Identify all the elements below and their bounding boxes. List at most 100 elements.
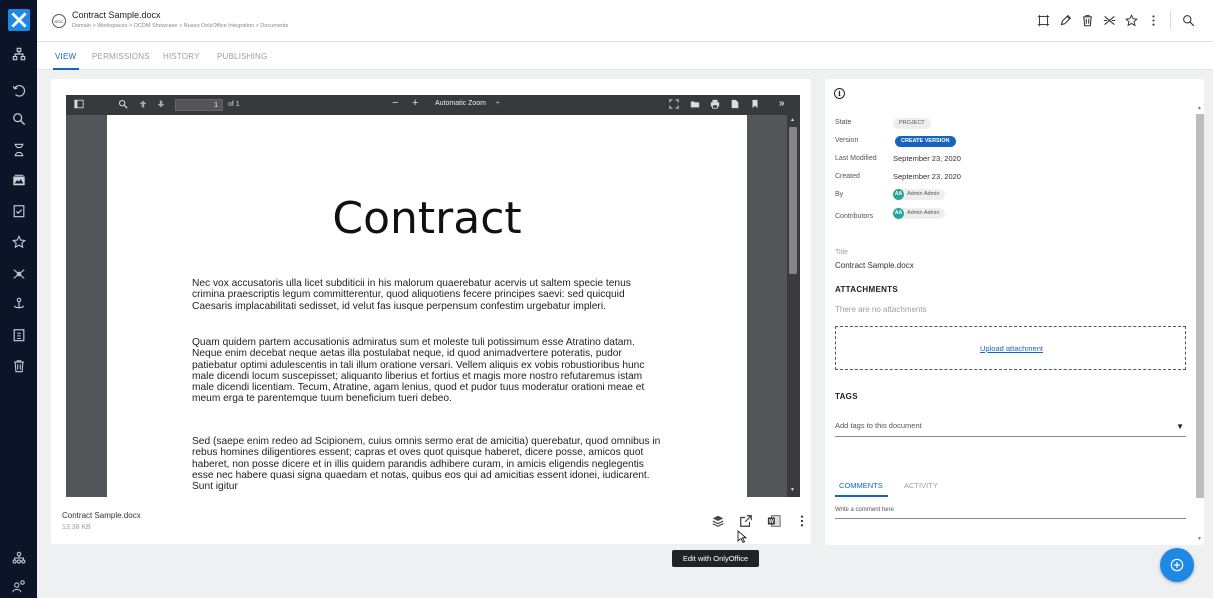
tab-publishing[interactable]: PUBLISHING	[217, 52, 267, 61]
document-tabs: VIEW PERMISSIONS HISTORY PUBLISHING	[37, 42, 1213, 70]
more-icon[interactable]	[1142, 11, 1164, 29]
zoom-select-value: Automatic Zoom	[435, 100, 486, 107]
word-online-icon[interactable]: W	[760, 513, 788, 529]
open-file-icon[interactable]	[690, 99, 700, 111]
search-icon[interactable]	[0, 109, 37, 129]
select-icon[interactable]	[1032, 11, 1054, 29]
tags-heading: TAGS	[835, 392, 858, 401]
create-document-button[interactable]	[1160, 548, 1194, 582]
avatar: AA	[893, 189, 904, 200]
tab-permissions[interactable]: PERMISSIONS	[92, 52, 150, 61]
bookmark-icon[interactable]	[750, 99, 760, 111]
mouse-cursor-icon	[737, 530, 748, 549]
favorites-icon[interactable]	[0, 232, 37, 252]
author-chip[interactable]: AA Admin Admin	[893, 189, 946, 200]
dropdown-arrow-icon[interactable]: ▼	[1176, 422, 1184, 431]
comment-input[interactable]: Write a comment here	[835, 507, 1186, 519]
tags-placeholder: Add tags to this document	[835, 421, 922, 430]
title-label: Title	[835, 249, 848, 256]
pdf-scrollbar-thumb[interactable]	[789, 127, 797, 274]
open-external-icon[interactable]	[732, 513, 760, 529]
more-icon[interactable]	[788, 513, 816, 529]
compare-icon[interactable]	[1098, 11, 1120, 29]
create-version-button[interactable]: CREATE VERSION	[895, 136, 956, 147]
document-title: Contract Sample.docx	[72, 10, 161, 20]
pdf-heading: Contract	[332, 193, 522, 244]
tasks-icon[interactable]	[0, 140, 37, 160]
pdf-page: Contract Nec vox accusatoris ulla licet …	[107, 115, 747, 497]
print-icon[interactable]	[710, 99, 720, 111]
info-panel-scrollbar-thumb[interactable]	[1196, 114, 1204, 498]
page-number-input[interactable]: 1	[175, 99, 223, 111]
browse-icon[interactable]	[0, 44, 37, 64]
sidebar-toggle-icon[interactable]	[74, 99, 84, 111]
tags-input[interactable]: Add tags to this document ▼	[835, 421, 1186, 437]
tab-view[interactable]: VIEW	[55, 52, 76, 61]
document-viewer-card: 1 of 1 − + Automatic Zoom ÷ » Contract N…	[51, 79, 811, 544]
admin-icon[interactable]	[0, 548, 37, 568]
breadcrumb[interactable]: Domain > Workspaces > OCDM Showcase > Nu…	[72, 23, 288, 29]
attachments-heading: ATTACHMENTS	[835, 285, 898, 294]
upload-dropzone[interactable]: Upload attachment	[835, 326, 1186, 370]
pdf-scrollbar[interactable]: ▲ ▼	[787, 115, 800, 497]
star-icon[interactable]	[1120, 11, 1142, 29]
svg-text:W: W	[769, 519, 774, 525]
layers-icon[interactable]	[704, 513, 732, 529]
next-page-icon[interactable]	[156, 99, 166, 111]
pdf-viewer: 1 of 1 − + Automatic Zoom ÷ » Contract N…	[66, 95, 800, 497]
pdf-toolbar: 1 of 1 − + Automatic Zoom ÷ »	[66, 95, 800, 115]
state-label: State	[835, 119, 852, 126]
document-actions	[1032, 10, 1199, 30]
app-logo[interactable]	[8, 9, 30, 31]
title-value: Contract Sample.docx	[835, 261, 914, 270]
user-settings-icon[interactable]	[0, 576, 37, 596]
contributor-name: Admin Admin	[907, 210, 940, 216]
author-name: Admin Admin	[907, 191, 940, 197]
avatar: AA	[893, 208, 904, 219]
presentation-mode-icon[interactable]	[669, 99, 679, 111]
pdf-paragraph-2: Quam quidem partem accusationis admiratu…	[192, 337, 645, 405]
upload-attachment-link[interactable]: Upload attachment	[836, 344, 1187, 353]
personal-workspace-icon[interactable]	[0, 294, 37, 314]
tooltip: Edit with OnlyOffice	[672, 550, 759, 567]
file-size: 13.38 KB	[62, 524, 91, 531]
info-icon: i	[834, 88, 845, 99]
zoom-out-icon[interactable]: −	[392, 97, 398, 109]
version-label: Version	[835, 137, 859, 144]
document-header: DOC Contract Sample.docx Domain > Worksp…	[37, 0, 1213, 42]
tools-icon[interactable]: »	[779, 98, 785, 109]
tab-comments[interactable]: COMMENTS	[839, 481, 883, 490]
compare-icon[interactable]	[0, 264, 37, 284]
history-icon[interactable]	[0, 81, 37, 101]
created-value: September 23, 2020	[893, 172, 961, 181]
trash-icon[interactable]	[0, 356, 37, 376]
zoom-select[interactable]: Automatic Zoom ÷	[435, 100, 500, 107]
tab-activity[interactable]: ACTIVITY	[904, 481, 938, 490]
trash-icon[interactable]	[1076, 11, 1098, 29]
created-label: Created	[835, 173, 860, 180]
state-badge: PROJECT	[893, 118, 931, 129]
zoom-select-arrow: ÷	[495, 100, 500, 107]
find-icon[interactable]	[118, 99, 128, 111]
contributor-chip[interactable]: AA Admin Admin	[893, 208, 946, 219]
active-tab-indicator	[835, 495, 888, 497]
file-name: Contract Sample.docx	[62, 511, 141, 520]
pdf-paragraph-1: Nec vox accusatoris ulla licet subditici…	[192, 278, 631, 312]
info-panel-scrollbar[interactable]: ▲ ▼	[1195, 103, 1204, 545]
file-actions: W	[704, 513, 816, 529]
zoom-in-icon[interactable]: +	[412, 97, 418, 109]
last-modified-label: Last Modified	[835, 155, 877, 162]
left-navigation	[0, 0, 37, 598]
search-icon[interactable]	[1177, 11, 1199, 29]
edit-icon[interactable]	[1054, 11, 1076, 29]
previous-page-icon[interactable]	[138, 99, 148, 111]
collections-icon[interactable]	[0, 170, 37, 190]
toolbar-divider	[1170, 10, 1171, 30]
clipboard-icon[interactable]	[0, 201, 37, 221]
page-count: of 1	[228, 101, 240, 108]
clipboard-list-icon[interactable]	[0, 325, 37, 345]
download-icon[interactable]	[730, 99, 740, 111]
pdf-paragraph-3: Sed (saepe enim redeo ad Scipionem, cuiu…	[192, 436, 661, 493]
tab-history[interactable]: HISTORY	[163, 52, 200, 61]
document-type-icon: DOC	[52, 14, 66, 28]
